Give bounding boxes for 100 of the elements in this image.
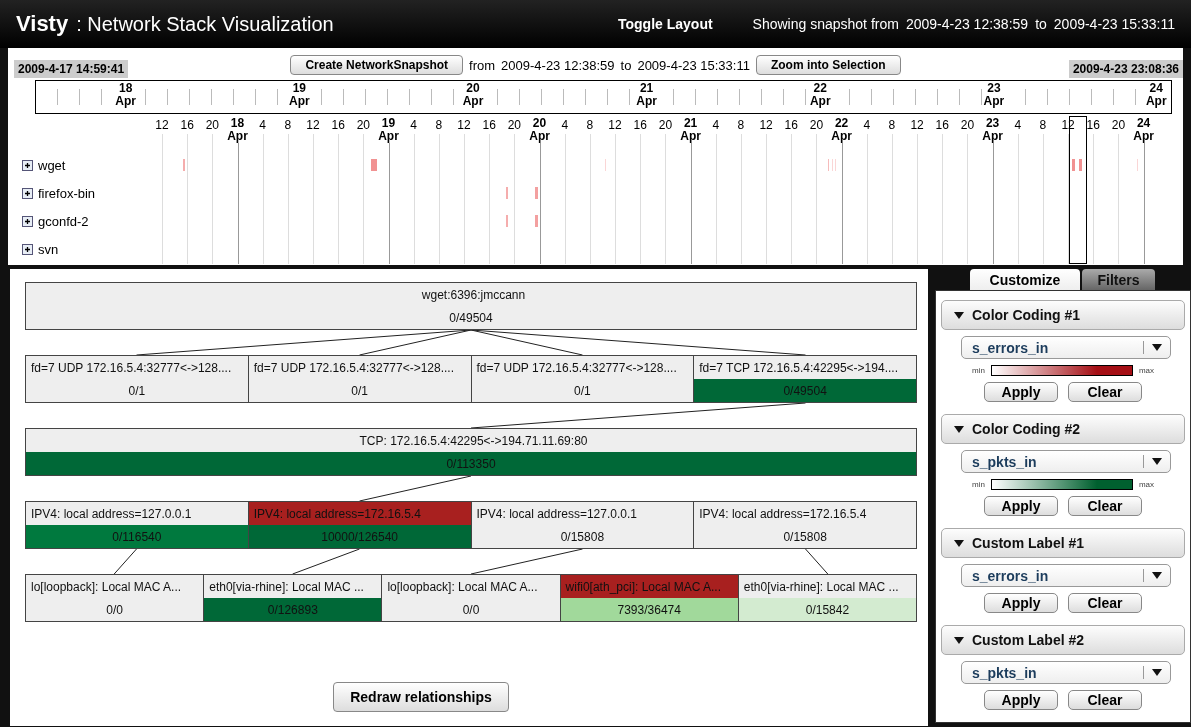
section-header[interactable]: Custom Label #2 bbox=[941, 625, 1185, 655]
field-dropdown[interactable]: s_pkts_in bbox=[961, 661, 1171, 684]
node-value: 0/0 bbox=[26, 598, 204, 621]
clear-button[interactable]: Clear bbox=[1068, 690, 1142, 710]
node-value: 0/15808 bbox=[471, 525, 694, 548]
month-label: Apr bbox=[289, 95, 310, 108]
node-label: fd=7 UDP 172.16.5.4:32777<->128.... bbox=[248, 356, 471, 379]
toggle-layout-link[interactable]: Toggle Layout bbox=[617, 16, 713, 32]
day-label: 23 bbox=[984, 117, 1001, 130]
from-date: 2009-4-23 12:38:59 bbox=[501, 57, 615, 73]
node-value: 0/15842 bbox=[738, 598, 916, 621]
hour-label: 20 bbox=[507, 119, 522, 132]
event-mark bbox=[506, 187, 508, 199]
expand-icon[interactable] bbox=[22, 215, 33, 227]
node-value: 0/116540 bbox=[26, 525, 248, 548]
expand-icon[interactable] bbox=[22, 243, 33, 255]
day-label: 22 bbox=[812, 82, 828, 95]
field-dropdown[interactable]: s_pkts_in bbox=[961, 450, 1171, 473]
event-mark bbox=[835, 159, 836, 171]
hour-label: 4 bbox=[259, 119, 266, 132]
apply-button[interactable]: Apply bbox=[984, 593, 1058, 613]
node-label: lo[loopback]: Local MAC A... bbox=[382, 575, 560, 598]
section-header[interactable]: Color Coding #1 bbox=[941, 300, 1185, 330]
apply-button[interactable]: Apply bbox=[984, 382, 1058, 402]
node-label: lo[loopback]: Local MAC A... bbox=[26, 575, 204, 598]
process-name[interactable]: gconfd-2 bbox=[38, 213, 89, 229]
hour-label: 16 bbox=[180, 119, 194, 132]
clear-button[interactable]: Clear bbox=[1068, 593, 1142, 613]
event-mark bbox=[535, 215, 538, 227]
to-date: 2009-4-23 15:33:11 bbox=[637, 57, 750, 73]
process-name[interactable]: svn bbox=[38, 241, 59, 257]
snapshot-from: 2009-4-23 12:38:59 bbox=[905, 16, 1029, 32]
zoom-selection-button[interactable]: Zoom into Selection bbox=[755, 55, 901, 75]
snapshot-label: Showing snapshot from bbox=[752, 16, 899, 32]
graph-node[interactable]: lo[loopback]: Local MAC A... 0/0 bbox=[381, 574, 561, 622]
caret-icon bbox=[1152, 344, 1162, 351]
apply-button[interactable]: Apply bbox=[984, 690, 1058, 710]
graph-node[interactable]: fd=7 UDP 172.16.5.4:32777<->128.... 0/1 bbox=[247, 355, 472, 403]
graph-node[interactable]: wifi0[ath_pci]: Local MAC A... 7393/36474 bbox=[559, 574, 739, 622]
hour-label: 16 bbox=[633, 119, 647, 132]
apply-button[interactable]: Apply bbox=[984, 496, 1058, 516]
day-label: 21 bbox=[638, 82, 655, 95]
from-label: from bbox=[469, 57, 496, 73]
panel-tab[interactable]: Customize bbox=[970, 269, 1080, 290]
node-value: 0/15808 bbox=[694, 525, 916, 548]
hour-label: 8 bbox=[284, 119, 292, 132]
hour-label: 8 bbox=[888, 119, 896, 132]
day-label: 22 bbox=[833, 117, 850, 130]
hour-label: 4 bbox=[712, 119, 720, 132]
process-name[interactable]: firefox-bin bbox=[38, 185, 96, 201]
hour-label: 12 bbox=[457, 119, 471, 132]
expand-icon[interactable] bbox=[22, 159, 33, 171]
app-name: Visty bbox=[16, 11, 69, 37]
event-mark bbox=[183, 159, 185, 171]
snapshot-to: 2009-4-23 15:33:11 bbox=[1053, 16, 1175, 32]
section-header[interactable]: Color Coding #2 bbox=[941, 414, 1185, 444]
graph-node[interactable]: IPV4: local address=172.16.5.4 0/15808 bbox=[693, 501, 917, 549]
hour-label: 12 bbox=[306, 119, 320, 132]
graph-node[interactable]: eth0[via-rhine]: Local MAC ... 0/126893 bbox=[203, 574, 383, 622]
redraw-button[interactable]: Redraw relationships bbox=[333, 682, 509, 712]
field-dropdown[interactable]: s_errors_in bbox=[961, 564, 1171, 587]
node-label: eth0[via-rhine]: Local MAC ... bbox=[738, 575, 916, 598]
expand-icon[interactable] bbox=[22, 187, 33, 199]
graph-node[interactable]: IPV4: local address=127.0.0.1 0/15808 bbox=[470, 501, 695, 549]
hour-label: 4 bbox=[1014, 119, 1022, 132]
section-header[interactable]: Custom Label #1 bbox=[941, 528, 1185, 558]
to-label: to bbox=[620, 57, 632, 73]
node-value: 10000/126540 bbox=[248, 525, 471, 548]
field-dropdown[interactable]: s_errors_in bbox=[961, 336, 1171, 359]
graph-node[interactable]: eth0[via-rhine]: Local MAC ... 0/15842 bbox=[737, 574, 917, 622]
hour-label: 16 bbox=[935, 119, 949, 132]
process-name[interactable]: wget bbox=[38, 157, 66, 173]
section-title: Custom Label #1 bbox=[972, 535, 1085, 551]
month-label: Apr bbox=[983, 95, 1005, 108]
day-label: 18 bbox=[118, 82, 134, 95]
graph-node[interactable]: fd=7 TCP 172.16.5.4:42295<->194.... 0/49504 bbox=[693, 355, 917, 403]
overview-timeline[interactable]: 18 Apr 19 Apr 20 Apr 21 Apr 22 Apr 23 Apr 24 Apr bbox=[35, 80, 1172, 114]
node-value: 0/49504 bbox=[694, 379, 916, 402]
create-snapshot-button[interactable]: Create NetworkSnapshot bbox=[290, 55, 464, 75]
month-label: Apr bbox=[680, 130, 701, 143]
clear-button[interactable]: Clear bbox=[1068, 382, 1142, 402]
month-label: Apr bbox=[227, 130, 248, 143]
day-label: 20 bbox=[531, 117, 548, 130]
graph-node[interactable]: fd=7 UDP 172.16.5.4:32777<->128.... 0/1 bbox=[470, 355, 695, 403]
node-label: fd=7 TCP 172.16.5.4:42295<->194.... bbox=[694, 356, 916, 379]
snapshot-to-label: to bbox=[1035, 16, 1047, 32]
hour-label: 20 bbox=[1111, 119, 1126, 132]
caret-icon bbox=[1152, 572, 1162, 579]
graph-node[interactable]: lo[loopback]: Local MAC A... 0/0 bbox=[25, 574, 205, 622]
graph-node[interactable]: IPV4: local address=127.0.0.1 0/116540 bbox=[25, 501, 249, 549]
panel-tab[interactable]: Filters bbox=[1082, 269, 1155, 290]
event-mark bbox=[1079, 159, 1082, 171]
range-end-label: 2009-4-23 23:08:36 bbox=[1068, 60, 1183, 78]
graph-node[interactable]: wget:6396:jmccann 0/49504 bbox=[25, 282, 917, 330]
graph-node[interactable]: TCP: 172.16.5.4:42295<->194.71.11.69:80 0/113350 bbox=[25, 428, 917, 476]
node-value: 0/1 bbox=[248, 379, 471, 402]
node-value: 0/1 bbox=[471, 379, 694, 402]
month-label: Apr bbox=[462, 95, 484, 108]
graph-node[interactable]: fd=7 UDP 172.16.5.4:32777<->128.... 0/1 bbox=[25, 355, 249, 403]
clear-button[interactable]: Clear bbox=[1068, 496, 1142, 516]
